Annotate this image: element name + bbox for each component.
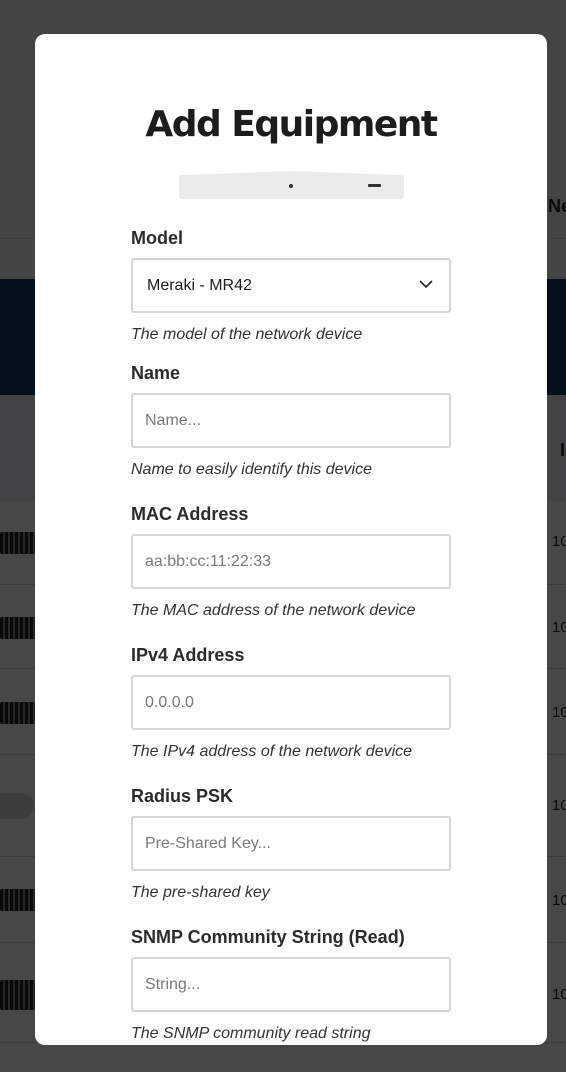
model-help: The model of the network device — [131, 326, 363, 343]
status-led — [289, 184, 293, 188]
mac-address-field: MAC Address The MAC address of the netwo… — [131, 503, 451, 621]
device-image — [179, 167, 404, 201]
device-slot — [368, 184, 381, 187]
model-select-value: Meraki - MR42 — [147, 277, 252, 294]
model-label: Model — [131, 228, 183, 248]
snmp-read-label: SNMP Community String (Read) — [131, 927, 405, 947]
name-input[interactable] — [133, 395, 449, 446]
name-label: Name — [131, 363, 181, 383]
snmp-read-help: The SNMP community read string — [131, 1025, 371, 1042]
mac-address-input[interactable] — [133, 536, 449, 587]
ipv4-address-input-box — [131, 675, 451, 730]
ipv4-address-label: IPv4 Address — [131, 645, 245, 665]
radius-psk-field: Radius PSK The pre-shared key — [131, 785, 451, 903]
mac-address-help: The MAC address of the network device — [131, 602, 416, 619]
ipv4-address-help: The IPv4 address of the network device — [131, 743, 413, 760]
snmp-read-input[interactable] — [133, 959, 449, 1010]
modal-title: Add Equipment — [145, 104, 438, 145]
name-help: Name to easily identify this device — [131, 461, 372, 478]
model-select[interactable]: Meraki - MR42 — [131, 258, 451, 313]
add-equipment-modal: Add Equipment Model Meraki - MR42 The mo… — [35, 34, 547, 1045]
radius-psk-label: Radius PSK — [131, 786, 234, 806]
radius-psk-input-box — [131, 816, 451, 871]
mac-address-input-box — [131, 534, 451, 589]
chevron-down-icon — [419, 280, 433, 289]
mac-address-label: MAC Address — [131, 504, 249, 524]
model-field: Model Meraki - MR42 The model of the net… — [131, 227, 451, 345]
name-input-box — [131, 393, 451, 448]
ipv4-address-input[interactable] — [133, 677, 449, 728]
radius-psk-input[interactable] — [133, 818, 449, 869]
snmp-read-field: SNMP Community String (Read) The SNMP co… — [131, 926, 451, 1044]
snmp-read-input-box — [131, 957, 451, 1012]
name-field: Name Name to easily identify this device — [131, 362, 451, 480]
radius-psk-help: The pre-shared key — [131, 884, 270, 901]
ipv4-address-field: IPv4 Address The IPv4 address of the net… — [131, 644, 451, 762]
